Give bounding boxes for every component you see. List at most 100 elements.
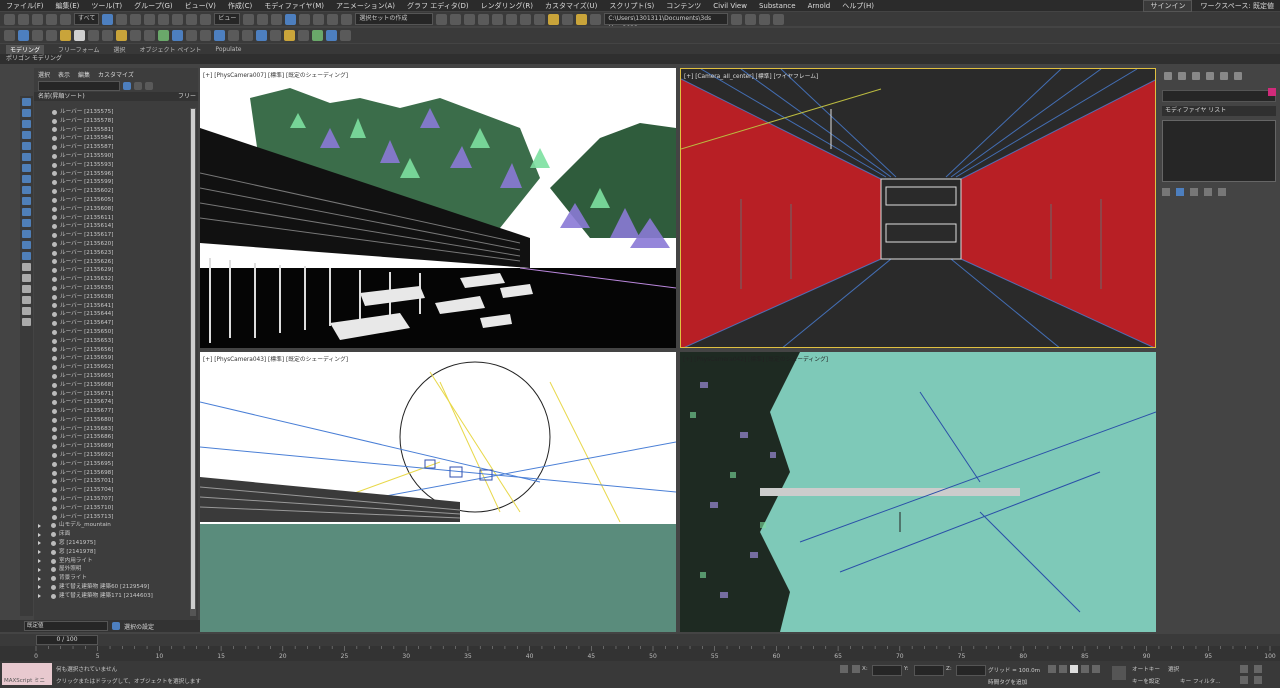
visibility-icon[interactable] <box>52 118 57 124</box>
menu-edit[interactable]: 編集(E) <box>50 1 86 11</box>
viewport-top-right[interactable]: [+] [Camera_all_center] [標準] [ワイヤフレーム] <box>680 68 1156 348</box>
orbit-icon[interactable] <box>1240 676 1248 684</box>
rendered-frame-icon[interactable] <box>562 13 574 25</box>
layer-icon[interactable] <box>22 318 31 326</box>
filter-hidden-icon[interactable] <box>22 219 31 227</box>
project-path-field[interactable]: C:\Users\1301311\Documents\3ds Max 2022 <box>604 13 729 26</box>
keyboard-shortcut-icon[interactable] <box>271 13 283 25</box>
tree-item[interactable]: ルーバー [2135605] <box>34 196 190 205</box>
visibility-icon[interactable] <box>52 153 57 159</box>
expand-icon[interactable] <box>38 550 41 555</box>
schematic-view-icon[interactable] <box>520 13 532 25</box>
tree-item[interactable]: ルーバー [2135698] <box>34 469 190 478</box>
scene-explorer-icon[interactable] <box>478 13 490 25</box>
align-icon[interactable] <box>450 13 462 25</box>
create-cylinder-icon[interactable] <box>32 30 43 41</box>
render-setup-icon[interactable] <box>548 13 560 25</box>
select-manipulate-icon[interactable] <box>257 13 269 25</box>
tree-item[interactable]: ルーバー [2135581] <box>34 126 190 135</box>
visibility-icon[interactable] <box>52 435 57 441</box>
tree-item[interactable]: ルーバー [2135644] <box>34 310 190 319</box>
create-window-icon[interactable] <box>214 30 225 41</box>
pan-icon[interactable] <box>1254 676 1262 684</box>
hierarchy-icon[interactable] <box>145 82 153 90</box>
link-icon[interactable] <box>32 13 43 25</box>
time-config-icon[interactable] <box>1240 665 1248 673</box>
menu-help[interactable]: ヘルプ(H) <box>836 1 880 11</box>
visibility-icon[interactable] <box>52 479 57 485</box>
scale-icon[interactable] <box>186 13 198 25</box>
display-dependents-icon[interactable] <box>22 285 31 293</box>
arnold-light-icon[interactable] <box>256 30 267 41</box>
sync-selection-icon[interactable] <box>22 296 31 304</box>
filter-all-icon[interactable] <box>22 230 31 238</box>
visibility-icon[interactable] <box>52 444 57 450</box>
visibility-icon[interactable] <box>52 224 57 230</box>
ribbon-tab-populate[interactable]: Populate <box>215 46 241 53</box>
menu-modifiers[interactable]: モディファイヤ(M) <box>258 1 330 11</box>
angle-snap-icon[interactable] <box>299 13 311 25</box>
menu-animation[interactable]: アニメーション(A) <box>330 1 401 11</box>
explorer-tab-customize[interactable]: カスタマイズ <box>98 70 134 79</box>
create-plane-icon[interactable] <box>46 30 57 41</box>
filter-groups-icon[interactable] <box>22 164 31 172</box>
visibility-icon[interactable] <box>52 109 57 115</box>
visibility-icon[interactable] <box>51 567 56 573</box>
track-bar[interactable]: 0 5 10 15 20 25 30 35 40 45 50 55 60 65 70 75 80 85 90 95 10… <box>0 646 1280 661</box>
tree-item[interactable]: ルーバー [2135620] <box>34 240 190 249</box>
reference-coord-select[interactable]: ビュー <box>214 13 241 25</box>
visibility-icon[interactable] <box>52 347 57 353</box>
explorer-scrollbar[interactable] <box>190 108 196 616</box>
menu-create[interactable]: 作成(C) <box>222 1 258 11</box>
tree-item[interactable]: ルーバー [2135695] <box>34 460 190 469</box>
arnold-shader-icon[interactable] <box>270 30 281 41</box>
tree-item[interactable]: ルーバー [2135587] <box>34 143 190 152</box>
filter-xrefs-icon[interactable] <box>22 175 31 183</box>
tree-item[interactable]: ルーバー [2135626] <box>34 258 190 267</box>
remove-modifier-icon[interactable] <box>1204 188 1212 196</box>
visibility-icon[interactable] <box>52 136 57 142</box>
zoom-extents-icon[interactable] <box>1254 665 1262 673</box>
expand-icon[interactable] <box>38 585 41 590</box>
visibility-icon[interactable] <box>52 452 57 458</box>
selection-filter-select[interactable]: すべて <box>74 13 100 25</box>
tree-item[interactable]: ルーバー [2135659] <box>34 354 190 363</box>
create-terrain-icon[interactable] <box>186 30 197 41</box>
visibility-icon[interactable] <box>52 400 57 406</box>
visibility-icon[interactable] <box>52 250 57 256</box>
ribbon-tab-object-paint[interactable]: オブジェクト ペイント <box>140 45 202 54</box>
material-editor-icon[interactable] <box>534 13 546 25</box>
motion-tab-icon[interactable] <box>1206 72 1214 80</box>
visibility-icon[interactable] <box>52 197 57 203</box>
visibility-icon[interactable] <box>52 277 57 283</box>
named-selection-select[interactable]: 選択セットの作成 <box>355 13 434 25</box>
tree-item[interactable]: ルーバー [2135575] <box>34 108 190 117</box>
arnold-render-icon[interactable] <box>284 30 295 41</box>
tree-item[interactable]: ルーバー [2135689] <box>34 442 190 451</box>
visibility-icon[interactable] <box>52 338 57 344</box>
menu-rendering[interactable]: レンダリング(R) <box>475 1 539 11</box>
tree-item[interactable]: ルーバー [2135692] <box>34 451 190 460</box>
modifier-stack[interactable] <box>1162 120 1276 182</box>
tree-item[interactable]: ルーバー [2135641] <box>34 302 190 311</box>
tree-group[interactable]: 室内用ライト <box>34 557 190 566</box>
menu-content[interactable]: コンテンツ <box>660 1 707 11</box>
tree-item[interactable]: ルーバー [2135704] <box>34 486 190 495</box>
expand-icon[interactable] <box>38 532 41 537</box>
display-tab-icon[interactable] <box>1220 72 1228 80</box>
create-shape-icon[interactable] <box>102 30 113 41</box>
visibility-icon[interactable] <box>52 391 57 397</box>
pin-stack-icon[interactable] <box>1162 188 1170 196</box>
configure-sets-icon[interactable] <box>1218 188 1226 196</box>
tree-group[interactable]: 山モデル_mountain <box>34 521 190 530</box>
tree-item[interactable]: ルーバー [2135590] <box>34 152 190 161</box>
visibility-icon[interactable] <box>52 382 57 388</box>
render-icon[interactable] <box>576 13 588 25</box>
tree-item[interactable]: ルーバー [2135680] <box>34 416 190 425</box>
add-time-tag[interactable]: 時間タグを追加 <box>988 678 1027 686</box>
tree-item[interactable]: ルーバー [2135662] <box>34 363 190 372</box>
tree-item[interactable]: ルーバー [2135713] <box>34 513 190 522</box>
visibility-icon[interactable] <box>52 303 57 309</box>
explorer-tab-edit[interactable]: 編集 <box>78 70 90 79</box>
play-icon[interactable] <box>1070 665 1078 673</box>
